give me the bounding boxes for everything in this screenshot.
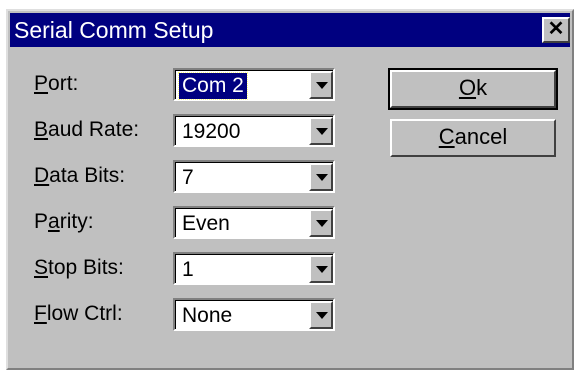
data-bits-value: 7 [182, 166, 194, 189]
close-button[interactable]: ✕ [542, 17, 570, 43]
parity-label: Parity: [34, 210, 94, 233]
cancel-button[interactable]: Cancel [390, 119, 556, 157]
stop-bits-row: Stop Bits: 1 [8, 252, 348, 288]
data-bits-row: Data Bits: 7 [8, 160, 348, 196]
close-icon: ✕ [547, 18, 565, 40]
flow-ctrl-label: Flow Ctrl: [34, 302, 123, 325]
stop-bits-dropdown-arrow-icon[interactable] [309, 255, 333, 283]
port-combobox[interactable]: Com 2 [173, 68, 335, 101]
port-value: Com 2 [178, 72, 248, 100]
data-bits-combobox[interactable]: 7 [173, 160, 335, 193]
parity-dropdown-arrow-icon[interactable] [309, 209, 333, 237]
data-bits-dropdown-arrow-icon[interactable] [309, 163, 333, 191]
flow-ctrl-value: None [182, 304, 233, 327]
parity-row: Parity: Even [8, 206, 348, 242]
baud-rate-dropdown-arrow-icon[interactable] [309, 117, 333, 145]
title-bar: Serial Comm Setup ✕ [10, 13, 570, 47]
stop-bits-label: Stop Bits: [34, 256, 124, 279]
port-label: Port: [34, 72, 79, 95]
stop-bits-combobox[interactable]: 1 [173, 252, 335, 285]
stop-bits-value: 1 [182, 258, 194, 281]
ok-button[interactable]: Ok [388, 68, 558, 110]
window-title: Serial Comm Setup [14, 17, 214, 43]
flow-ctrl-combobox[interactable]: None [173, 298, 335, 331]
flow-ctrl-row: Flow Ctrl: None [8, 298, 348, 334]
serial-comm-setup-dialog: Serial Comm Setup ✕ Port: Com 2 Baud Rat… [6, 9, 574, 370]
baud-rate-row: Baud Rate: 19200 [8, 114, 348, 150]
port-dropdown-arrow-icon[interactable] [309, 71, 333, 99]
parity-combobox[interactable]: Even [173, 206, 335, 239]
data-bits-label: Data Bits: [34, 164, 126, 187]
baud-rate-combobox[interactable]: 19200 [173, 114, 335, 147]
port-row: Port: Com 2 [8, 68, 348, 104]
parity-value: Even [182, 212, 230, 235]
baud-rate-label: Baud Rate: [34, 118, 140, 141]
baud-rate-value: 19200 [182, 120, 241, 143]
flow-ctrl-dropdown-arrow-icon[interactable] [309, 301, 333, 329]
